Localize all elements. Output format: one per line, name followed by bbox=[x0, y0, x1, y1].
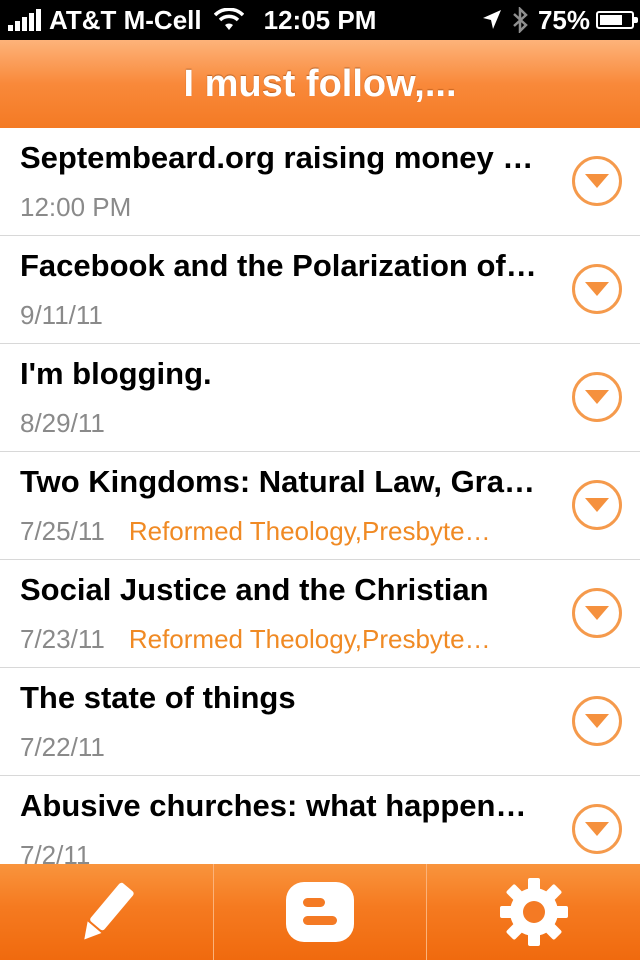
disclosure-button[interactable] bbox=[572, 156, 622, 206]
post-meta: 9/11/11 bbox=[20, 300, 103, 331]
location-arrow-icon bbox=[482, 10, 501, 29]
status-right: 75% bbox=[482, 4, 638, 36]
disclosure-button[interactable] bbox=[572, 588, 622, 638]
post-meta: 12:00 PM bbox=[20, 192, 131, 223]
battery-icon bbox=[596, 11, 638, 29]
post-categories: Reformed Theology,Presbyterian… bbox=[128, 516, 499, 546]
disclosure-button[interactable] bbox=[572, 264, 622, 314]
disclosure-button[interactable] bbox=[572, 804, 622, 854]
post-date: 12:00 PM bbox=[20, 192, 132, 222]
gear-icon bbox=[499, 878, 568, 946]
post-row[interactable]: Facebook and the Polarization of… 9/11/11 bbox=[0, 236, 640, 344]
post-title: Abusive churches: what happens… bbox=[20, 788, 540, 823]
post-date: 8/29/11 bbox=[20, 408, 105, 438]
post-row[interactable]: Septembeard.org raising money for… 12:00 … bbox=[0, 128, 640, 236]
post-list[interactable]: Septembeard.org raising money for… 12:00 … bbox=[0, 128, 640, 864]
post-meta: 7/2/11 bbox=[20, 840, 90, 864]
post-meta: 7/23/11 Reformed Theology,Presbyterian… bbox=[20, 624, 499, 655]
chevron-down-icon bbox=[585, 498, 609, 512]
post-date: 7/22/11 bbox=[20, 732, 105, 762]
tab-compose[interactable] bbox=[0, 864, 214, 960]
post-categories: Reformed Theology,Presbyterian… bbox=[128, 624, 499, 654]
post-row[interactable]: Two Kingdoms: Natural Law, Grace… 7/25/11… bbox=[0, 452, 640, 560]
tab-bar bbox=[0, 864, 640, 960]
post-title: Septembeard.org raising money for… bbox=[20, 140, 540, 175]
chevron-down-icon bbox=[585, 282, 609, 296]
pencil-icon bbox=[84, 882, 134, 940]
battery-percent: 75% bbox=[537, 4, 590, 35]
disclosure-button[interactable] bbox=[572, 696, 622, 746]
status-bar: AT&T M-Cell 12:05 PM 75% bbox=[0, 0, 640, 40]
chevron-down-icon bbox=[585, 174, 609, 188]
post-row[interactable]: The state of things 7/22/11 bbox=[0, 668, 640, 776]
post-title: Two Kingdoms: Natural Law, Grace… bbox=[20, 464, 540, 499]
chevron-down-icon bbox=[585, 714, 609, 728]
chevron-down-icon bbox=[585, 606, 609, 620]
post-row[interactable]: I'm blogging. 8/29/11 bbox=[0, 344, 640, 452]
post-row[interactable]: Abusive churches: what happens… 7/2/11 bbox=[0, 776, 640, 864]
post-date: 9/11/11 bbox=[20, 300, 103, 330]
post-meta: 7/22/11 bbox=[20, 732, 105, 763]
tab-settings[interactable] bbox=[427, 864, 640, 960]
blogger-icon bbox=[286, 882, 354, 942]
disclosure-button[interactable] bbox=[572, 372, 622, 422]
disclosure-button[interactable] bbox=[572, 480, 622, 530]
post-title: Facebook and the Polarization of… bbox=[20, 248, 537, 283]
post-meta: 7/25/11 Reformed Theology,Presbyterian… bbox=[20, 516, 499, 547]
chevron-down-icon bbox=[585, 822, 609, 836]
post-row[interactable]: Social Justice and the Christian 7/23/11 R… bbox=[0, 560, 640, 668]
post-date: 7/2/11 bbox=[20, 840, 91, 864]
bluetooth-icon bbox=[513, 7, 528, 33]
post-date: 7/25/11 bbox=[20, 516, 105, 546]
post-meta: 8/29/11 bbox=[20, 408, 105, 439]
navigation-bar: I must follow,... bbox=[0, 40, 640, 129]
tab-blogger[interactable] bbox=[214, 864, 428, 960]
page-title: I must follow,... bbox=[183, 62, 457, 105]
chevron-down-icon bbox=[585, 390, 609, 404]
post-title: The state of things bbox=[20, 680, 296, 715]
post-title: I'm blogging. bbox=[20, 356, 212, 391]
post-title: Social Justice and the Christian bbox=[20, 572, 489, 607]
post-date: 7/23/11 bbox=[20, 624, 105, 654]
